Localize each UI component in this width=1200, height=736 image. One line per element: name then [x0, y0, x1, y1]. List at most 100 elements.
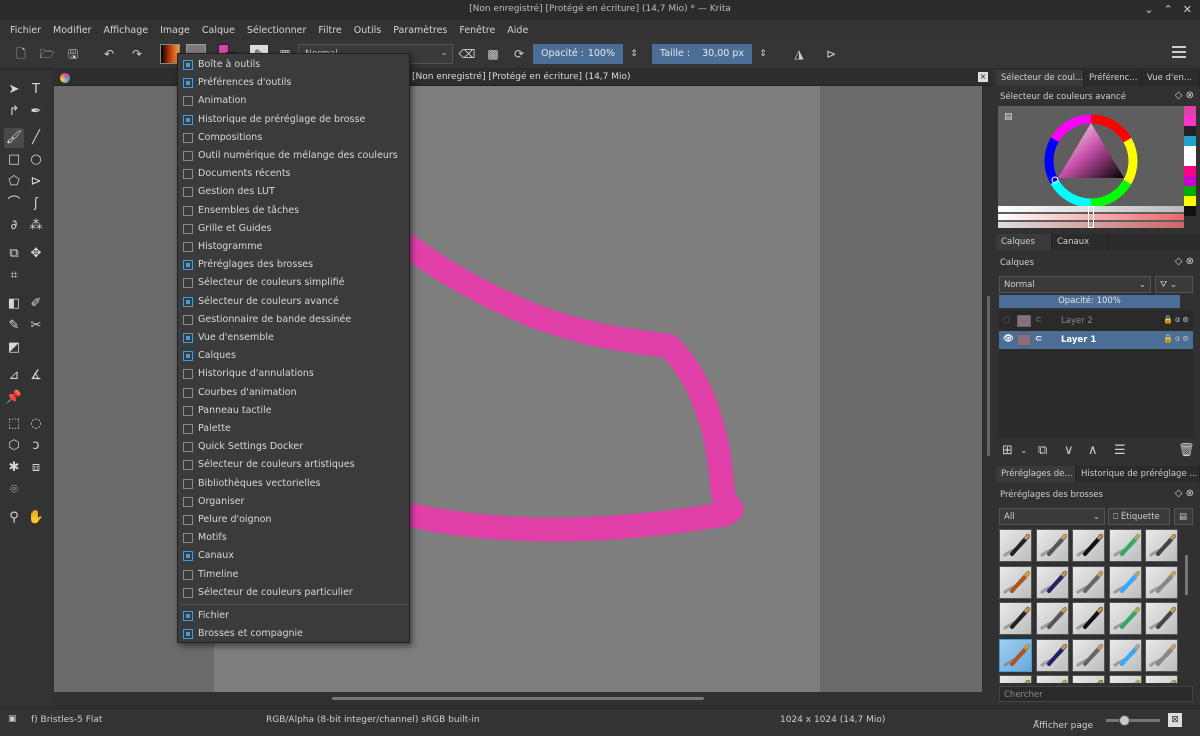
brush-preset[interactable] [1035, 565, 1069, 599]
assistant-tool-icon[interactable]: ⊿ [4, 366, 24, 386]
checkbox-unchecked[interactable] [183, 242, 193, 252]
transform-tool-icon[interactable]: ⧉ [4, 244, 24, 264]
brush-preset[interactable] [1145, 565, 1178, 599]
menu-item[interactable]: Sélecteur de couleurs avancé [178, 293, 409, 311]
line-tool-icon[interactable]: ╱ [26, 128, 46, 148]
brush-grid-scrollbar[interactable] [1185, 555, 1188, 595]
palette-swatch[interactable] [1184, 186, 1196, 196]
menu-item[interactable]: Gestionnaire de bande dessinée [178, 311, 409, 329]
menu-item[interactable]: Compositions [178, 129, 409, 147]
menu-modifier[interactable]: Modifier [47, 25, 97, 36]
brush-preset[interactable] [1072, 529, 1105, 562]
menu-affichage[interactable]: Affichage [97, 25, 154, 36]
freehand-brush-icon[interactable]: 🖌 [4, 128, 24, 148]
palette-swatch[interactable] [1184, 196, 1196, 206]
menu-parametres[interactable]: Paramètres [387, 25, 453, 36]
zoom-tool-icon[interactable]: ⚲ [4, 508, 24, 528]
close-window-icon[interactable]: ✕ [1183, 3, 1192, 16]
tab-overview[interactable]: Vue d'en... [1142, 70, 1200, 86]
select-shapes-icon[interactable]: ➤ [4, 80, 24, 100]
layer-filter-select[interactable]: ⛛ ⌄ [1155, 276, 1193, 293]
color-wheel[interactable] [998, 106, 1184, 206]
brush-search-input[interactable]: Chercher [999, 686, 1193, 702]
mirror-vertical-icon[interactable]: ⊳ [822, 45, 840, 63]
menu-image[interactable]: Image [154, 25, 196, 36]
tab-brush-presets[interactable]: Préréglages de... [996, 466, 1076, 482]
brush-preset[interactable] [1035, 638, 1069, 672]
checkbox-unchecked[interactable] [183, 424, 193, 434]
ellipse-tool-icon[interactable]: ○ [26, 150, 46, 170]
brush-preset[interactable] [1108, 565, 1142, 599]
menu-item[interactable]: Sélecteur de couleurs artistiques [178, 456, 409, 474]
menu-calque[interactable]: Calque [196, 25, 241, 36]
brush-preset[interactable] [999, 565, 1032, 599]
duplicate-layer-icon[interactable]: ⧉ [1038, 443, 1047, 458]
text-tool-icon[interactable]: T [26, 80, 46, 100]
checkbox-unchecked[interactable] [183, 96, 193, 107]
menu-item[interactable]: Brosses et compagnie [178, 625, 409, 643]
brush-preset[interactable] [1108, 675, 1142, 683]
layer-blend-select[interactable]: Normal ⌄ [999, 276, 1151, 293]
checkbox-checked[interactable] [183, 60, 193, 70]
brush-preset[interactable] [1145, 602, 1178, 635]
checkbox-checked[interactable] [183, 551, 193, 562]
zoom-slider-handle[interactable] [1119, 715, 1130, 726]
brush-preset[interactable] [1072, 675, 1105, 683]
checkbox-unchecked[interactable] [183, 132, 193, 143]
checkbox-unchecked[interactable] [183, 442, 193, 453]
move-layer-up-icon[interactable]: ∧ [1088, 443, 1098, 458]
brush-preset[interactable] [1108, 529, 1142, 562]
checkbox-checked[interactable] [183, 260, 193, 271]
brush-preset[interactable] [1035, 529, 1069, 562]
eraser-icon[interactable]: ⌫ [458, 45, 476, 63]
opacity-spin-icon[interactable]: ⇕ [625, 45, 643, 63]
menu-item[interactable]: Outil numérique de mélange des couleurs [178, 147, 409, 165]
menu-item[interactable]: Animation [178, 92, 409, 110]
size-slider[interactable]: Taille : 30,00 px [652, 44, 752, 64]
rect-select-icon[interactable]: ⬚ [4, 414, 24, 434]
layer-properties-icon[interactable]: ☰ [1114, 443, 1126, 458]
mirror-horizontal-icon[interactable]: ◮ [790, 45, 808, 63]
edit-shapes-icon[interactable]: ↱ [4, 102, 24, 122]
menu-item[interactable]: Documents récents [178, 165, 409, 183]
checkbox-checked[interactable] [183, 114, 193, 125]
palette-swatch[interactable] [1184, 156, 1196, 166]
visibility-on-icon[interactable]: 👁 [1003, 334, 1014, 344]
checkbox-checked[interactable] [183, 611, 193, 621]
brush-preset[interactable] [1035, 675, 1069, 683]
move-layer-down-icon[interactable]: ∨ [1064, 443, 1074, 458]
palette-swatch[interactable] [1184, 116, 1196, 126]
checkbox-unchecked[interactable] [183, 496, 193, 507]
delete-layer-icon[interactable]: 🗑 [1178, 443, 1195, 458]
reload-preset-icon[interactable]: ⟳ [510, 45, 528, 63]
tab-tool-options[interactable]: Préférenc... [1084, 70, 1142, 86]
checkbox-unchecked[interactable] [183, 314, 193, 325]
tab-brush-history[interactable]: Historique de préréglage ... [1076, 466, 1200, 482]
polygon-select-icon[interactable]: ⬡ [4, 436, 24, 456]
checkbox-checked[interactable] [183, 296, 193, 307]
move-tool-icon[interactable]: ✥ [26, 244, 46, 264]
docker-float-close-icon[interactable]: ◇ ⊗ [1175, 90, 1194, 101]
color-history-strip[interactable] [1184, 106, 1196, 230]
palette-swatch[interactable] [1184, 166, 1196, 176]
save-icon[interactable]: 🖫 [64, 45, 82, 63]
similar-select-icon[interactable]: ⧈ [26, 458, 46, 478]
menu-item[interactable]: Calques [178, 347, 409, 365]
freehand-select-icon[interactable]: ↄ [26, 436, 46, 456]
checkbox-unchecked[interactable] [183, 151, 193, 161]
menu-item[interactable]: Quick Settings Docker [178, 438, 409, 456]
checkbox-unchecked[interactable] [183, 405, 193, 416]
close-document-icon[interactable]: × [978, 72, 988, 82]
preserve-alpha-icon[interactable]: ▩ [484, 45, 502, 63]
menu-item[interactable]: Palette [178, 420, 409, 438]
gradient-tool-icon[interactable]: ◧ [4, 294, 24, 314]
colorspace-label[interactable]: RGB/Alpha (8-bit integer/channel) sRGB b… [266, 715, 480, 725]
checkbox-unchecked[interactable] [183, 169, 193, 180]
visibility-off-icon[interactable]: ◌ [1003, 315, 1010, 325]
brush-preset[interactable] [1145, 638, 1178, 672]
layer-opacity-slider[interactable]: Opacité: 100% [999, 295, 1180, 308]
checkbox-unchecked[interactable] [183, 278, 193, 289]
menu-filtre[interactable]: Filtre [312, 25, 347, 36]
checkbox-checked[interactable] [183, 351, 193, 362]
menu-item[interactable]: Motifs [178, 529, 409, 547]
